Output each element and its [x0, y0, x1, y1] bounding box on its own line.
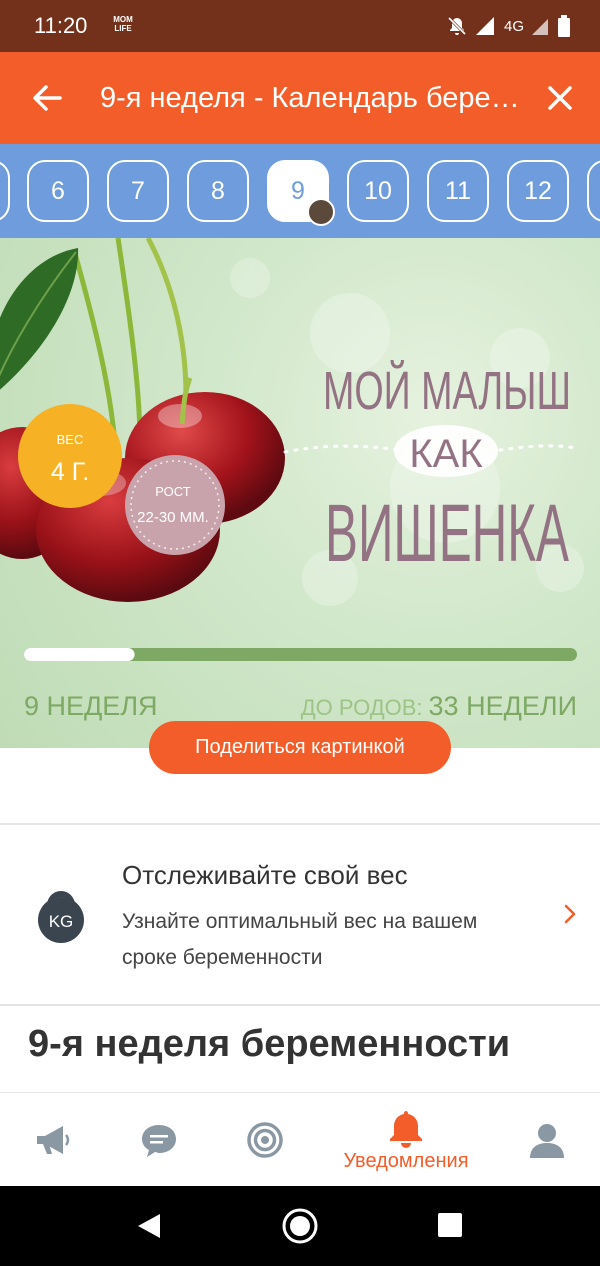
page-title: 9-я неделя - Календарь беременности — [100, 82, 530, 114]
status-time: 11:20 — [34, 13, 88, 38]
nav-label-notifications: Уведомления — [343, 1149, 469, 1172]
kettlebell-icon: KG — [38, 891, 84, 943]
battery-icon — [558, 15, 570, 37]
app-bar: 9-я неделя - Календарь беременности — [0, 52, 600, 144]
system-recents-icon[interactable] — [438, 1213, 462, 1237]
network-type: 4G — [503, 17, 524, 35]
nav-item-chat[interactable] — [128, 1093, 190, 1187]
dotted-line-right — [498, 444, 577, 452]
nav-item-news[interactable] — [22, 1093, 84, 1187]
section-heading: 9-я неделя беременности — [28, 1023, 511, 1065]
divider — [0, 823, 600, 825]
weight-label: ВЕС — [57, 432, 84, 447]
week-item-10[interactable]: 10 — [347, 160, 409, 222]
week-item-6[interactable]: 6 — [27, 160, 89, 222]
week-item-next[interactable] — [587, 160, 600, 222]
svg-text:KG: KG — [49, 912, 74, 931]
height-badge — [125, 455, 225, 555]
signal-icon — [475, 17, 494, 35]
system-navigation-bar — [0, 1186, 600, 1266]
share-image-button[interactable]: Поделиться картинкой — [149, 721, 451, 774]
week-item-12[interactable]: 12 — [507, 160, 569, 222]
bottom-navigation: Уведомления — [0, 1092, 600, 1187]
dotted-line-left — [283, 444, 402, 454]
week-number: 9 — [291, 176, 305, 205]
nav-item-profile[interactable] — [516, 1093, 578, 1187]
height-label: РОСТ — [155, 484, 190, 499]
remaining-weeks: ДО РОДОВ: 33 НЕДЕЛИ — [301, 691, 577, 721]
weight-badge — [18, 404, 122, 508]
system-home-icon[interactable] — [282, 1208, 318, 1244]
week-item-prev[interactable] — [0, 160, 10, 222]
week-item-8[interactable]: 8 — [187, 160, 249, 222]
divider — [0, 1004, 600, 1006]
week-item-9-selected[interactable]: 9 — [267, 160, 335, 226]
system-back-icon[interactable] — [136, 1212, 162, 1240]
week-selector: 6 7 8 9 10 11 12 — [0, 144, 600, 238]
week-item-11[interactable]: 11 — [427, 160, 489, 222]
close-icon[interactable] — [542, 80, 578, 116]
mute-icon — [447, 16, 467, 36]
momlife-app-icon: MOM LIFE — [113, 15, 133, 33]
status-bar: 11:20 MOM LIFE 4G — [0, 0, 600, 52]
baby-avatar — [307, 198, 335, 226]
week-item-7[interactable]: 7 — [107, 160, 169, 222]
chevron-right-icon — [564, 904, 576, 924]
chat-icon — [142, 1125, 176, 1157]
weight-tracker-title: Отслеживайте свой вес — [122, 860, 408, 890]
megaphone-icon — [37, 1126, 70, 1154]
current-week-label: 9 НЕДЕЛЯ — [24, 691, 158, 721]
baby-size-banner: ВЕС 4 Г. РОСТ 22-30 ММ. МОЙ МАЛЫШ КАК ВИ… — [0, 238, 600, 748]
banner-line-3: ВИШЕНКА — [325, 488, 569, 579]
weight-tracker-subtitle: Узнайте оптимальный вес на вашем сроке б… — [122, 910, 478, 969]
status-icons: 4G — [446, 14, 570, 38]
bell-icon — [390, 1110, 422, 1148]
weight-tracker-card[interactable]: KG Отслеживайте свой вес Узнайте оптимал… — [0, 826, 600, 1004]
banner-line-1: МОЙ МАЛЫШ — [323, 360, 571, 421]
nav-item-notifications[interactable]: Уведомления — [326, 1093, 486, 1187]
back-arrow-icon[interactable] — [30, 78, 66, 118]
target-icon — [247, 1122, 283, 1158]
height-value: 22-30 ММ. — [137, 509, 209, 526]
banner-line-2: КАК — [409, 432, 483, 476]
weight-value: 4 Г. — [51, 458, 89, 486]
signal-icon-2 — [532, 19, 548, 35]
profile-icon — [530, 1124, 564, 1158]
pregnancy-progress-fill — [24, 648, 135, 661]
nav-item-goals[interactable] — [234, 1093, 296, 1187]
